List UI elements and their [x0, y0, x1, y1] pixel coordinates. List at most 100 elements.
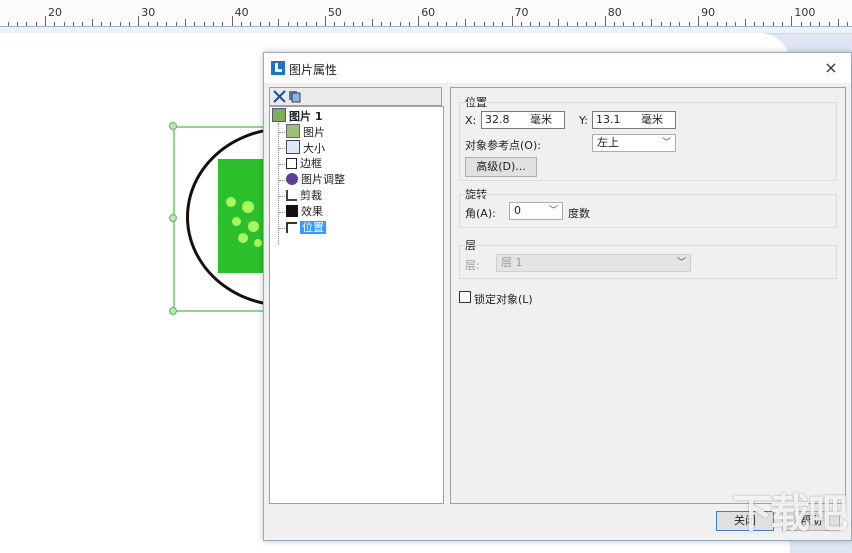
ruler-tick [287, 22, 289, 26]
ruler-tick [436, 22, 438, 26]
ruler-tick [166, 22, 168, 26]
advanced-button[interactable]: 高级(D)... [465, 157, 537, 177]
properties-panel: 位置 X: 32.8 毫米 Y: 13.1 毫米 对象参考点(O): 左上 ﹀ … [450, 87, 846, 504]
angle-select[interactable]: 0 ﹀ [509, 202, 563, 220]
resize-handle[interactable] [169, 122, 177, 130]
ruler-label: 50 [327, 6, 342, 19]
ruler-tick [642, 22, 644, 26]
ruler-tick [390, 22, 392, 26]
x-position-input[interactable]: 32.8 毫米 [481, 111, 565, 129]
y-position-input[interactable]: 13.1 毫米 [592, 111, 676, 129]
tree-item-picture[interactable]: 图片 [286, 124, 325, 140]
ruler-tick [698, 16, 700, 26]
layer-select: 层 1 ﹀ [496, 254, 691, 272]
ruler-tick [222, 22, 224, 26]
layer-label: 层: [465, 259, 480, 272]
ruler-tick [576, 22, 578, 26]
ruler-tick [735, 22, 737, 26]
property-tree: 图片 1 图片 大小 边框 图片调整 剪裁 效果 位置 [269, 106, 444, 504]
ruler-label: 30 [141, 6, 156, 19]
reference-point-label: 对象参考点(O): [465, 139, 541, 152]
tree-item-label: 效果 [301, 205, 323, 218]
ruler-label: 80 [607, 6, 622, 19]
ruler-tick [772, 22, 774, 26]
ruler-tick [455, 22, 457, 26]
resize-handle[interactable] [169, 307, 177, 315]
x-unit: 毫米 [530, 113, 552, 126]
ruler-tick [660, 22, 662, 26]
position-icon [286, 222, 297, 233]
ruler-tick [184, 19, 186, 26]
resize-icon [286, 140, 300, 154]
ruler-tick [175, 22, 177, 26]
ruler-tick [26, 22, 28, 26]
ruler-tick [194, 22, 196, 26]
ruler-tick [446, 22, 448, 26]
ruler-tick [623, 22, 625, 26]
tree-item-label: 图片 [303, 126, 325, 139]
ruler-label: 70 [514, 6, 529, 19]
ruler-label: 90 [701, 6, 716, 19]
ruler-tick [688, 22, 690, 26]
ruler-tick [45, 16, 46, 26]
ruler-tick [156, 22, 158, 26]
ruler-tick [343, 22, 345, 26]
lock-object-label: 锁定对象(L) [474, 293, 533, 306]
ruler-tick [408, 22, 410, 26]
ruler-tick [63, 22, 65, 26]
tree-item-position[interactable]: 位置 [286, 220, 326, 236]
x-label: X: [465, 114, 477, 127]
tree-item-adjust[interactable]: 图片调整 [286, 172, 345, 188]
close-icon[interactable]: × [821, 58, 841, 78]
pages-icon[interactable] [288, 90, 301, 103]
tree-item-label: 位置 [300, 221, 326, 234]
ruler-tick [474, 22, 476, 26]
ruler-tick [427, 22, 429, 26]
ruler-tick [838, 19, 840, 26]
ruler-label: 20 [48, 6, 62, 19]
tree-connector [278, 123, 279, 245]
tree-item-size[interactable]: 大小 [286, 140, 325, 156]
ruler-tick [595, 22, 597, 26]
tree-item-crop[interactable]: 剪裁 [286, 188, 322, 204]
selection-box[interactable] [173, 126, 273, 312]
ruler-tick [128, 22, 130, 26]
dialog-titlebar: 图片属性 × [264, 53, 851, 83]
tree-item-label: 大小 [303, 142, 325, 155]
tree-root[interactable]: 图片 1 [272, 108, 322, 124]
ruler-tick [268, 22, 270, 26]
ruler-tick [72, 22, 74, 26]
ruler-tick [651, 19, 653, 26]
picture-properties-dialog: 图片属性 × 图片 1 图片 大小 边框 图片调整 剪裁 效果 位置 位置 X:… [263, 52, 852, 541]
lock-object-checkbox[interactable] [459, 291, 471, 303]
reference-point-value: 左上 [597, 136, 619, 149]
tree-item-border[interactable]: 边框 [286, 156, 322, 172]
angle-value: 0 [514, 204, 521, 217]
expand-icon[interactable] [273, 90, 286, 103]
ruler-tick [138, 16, 140, 26]
ruler-tick [782, 22, 784, 26]
chevron-down-icon: ﹀ [661, 138, 671, 148]
y-value: 13.1 [596, 113, 621, 126]
tree-item-effect[interactable]: 效果 [286, 204, 323, 220]
layer-value: 层 1 [501, 256, 523, 269]
ruler-tick [558, 19, 560, 26]
ruler-tick [250, 22, 252, 26]
app-icon [271, 61, 285, 75]
ruler-tick [726, 22, 728, 26]
ruler-tick [418, 16, 420, 26]
ruler-tick [539, 22, 541, 26]
ruler-tick [707, 22, 709, 26]
image-icon [286, 124, 300, 138]
y-label: Y: [579, 114, 588, 127]
ruler-tick [670, 22, 672, 26]
ruler-tick [492, 22, 494, 26]
resize-handle[interactable] [169, 214, 177, 222]
tree-item-label: 边框 [300, 157, 322, 170]
reference-point-select[interactable]: 左上 ﹀ [592, 134, 676, 152]
ruler-tick [604, 16, 606, 26]
effect-icon [286, 205, 298, 217]
ruler-tick [399, 22, 401, 26]
ruler-tick [632, 22, 634, 26]
ruler-tick [7, 22, 9, 26]
